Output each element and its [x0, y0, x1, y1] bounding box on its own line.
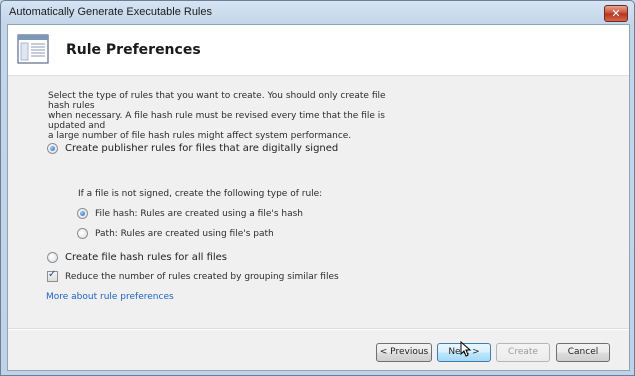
path-option[interactable]: Path: Rules are created using file's pat…	[77, 228, 274, 239]
window-title: Automatically Generate Executable Rules	[9, 6, 212, 18]
file-hash-radio[interactable]	[77, 208, 88, 219]
file-hash-option[interactable]: File hash: Rules are created using a fil…	[77, 208, 303, 219]
description-text: Select the type of rules that you want t…	[48, 91, 386, 141]
mouse-cursor-icon	[460, 341, 472, 357]
cancel-button[interactable]: Cancel	[556, 343, 610, 362]
hash-all-option[interactable]: Create file hash rules for all files	[47, 252, 227, 263]
wizard-window: Automatically Generate Executable Rules …	[0, 0, 635, 376]
hash-all-label: Create file hash rules for all files	[65, 252, 228, 263]
previous-button[interactable]: < Previous	[376, 343, 432, 362]
path-label: Path: Rules are created using file's pat…	[95, 228, 274, 239]
publisher-rules-option[interactable]: Create publisher rules for files that ar…	[47, 143, 338, 154]
create-button[interactable]: Create	[496, 343, 550, 362]
wizard-client-area: Rule Preferences Select the type of rule…	[7, 24, 630, 371]
title-bar[interactable]: Automatically Generate Executable Rules …	[1, 1, 634, 23]
checkmark-icon: ✓	[48, 269, 57, 280]
page-title: Rule Preferences	[66, 42, 201, 58]
close-icon: ✕	[611, 7, 621, 20]
more-about-rule-preferences-link[interactable]: More about rule preferences	[46, 292, 174, 302]
wizard-header: Rule Preferences	[8, 25, 629, 76]
publisher-rules-radio[interactable]	[47, 143, 58, 154]
unsigned-file-heading: If a file is not signed, create the foll…	[78, 189, 323, 199]
close-button[interactable]: ✕	[604, 5, 628, 22]
rule-list-icon	[17, 34, 49, 64]
file-hash-label: File hash: Rules are created using a fil…	[95, 208, 304, 219]
footer-divider	[8, 328, 629, 330]
hash-all-radio[interactable]	[47, 252, 58, 263]
reduce-rules-checkbox[interactable]: ✓	[47, 269, 58, 282]
publisher-rules-label: Create publisher rules for files that ar…	[65, 143, 339, 154]
path-radio[interactable]	[77, 228, 88, 239]
reduce-rules-option[interactable]: ✓ Reduce the number of rules created by …	[47, 269, 339, 282]
reduce-rules-label: Reduce the number of rules created by gr…	[65, 271, 339, 282]
